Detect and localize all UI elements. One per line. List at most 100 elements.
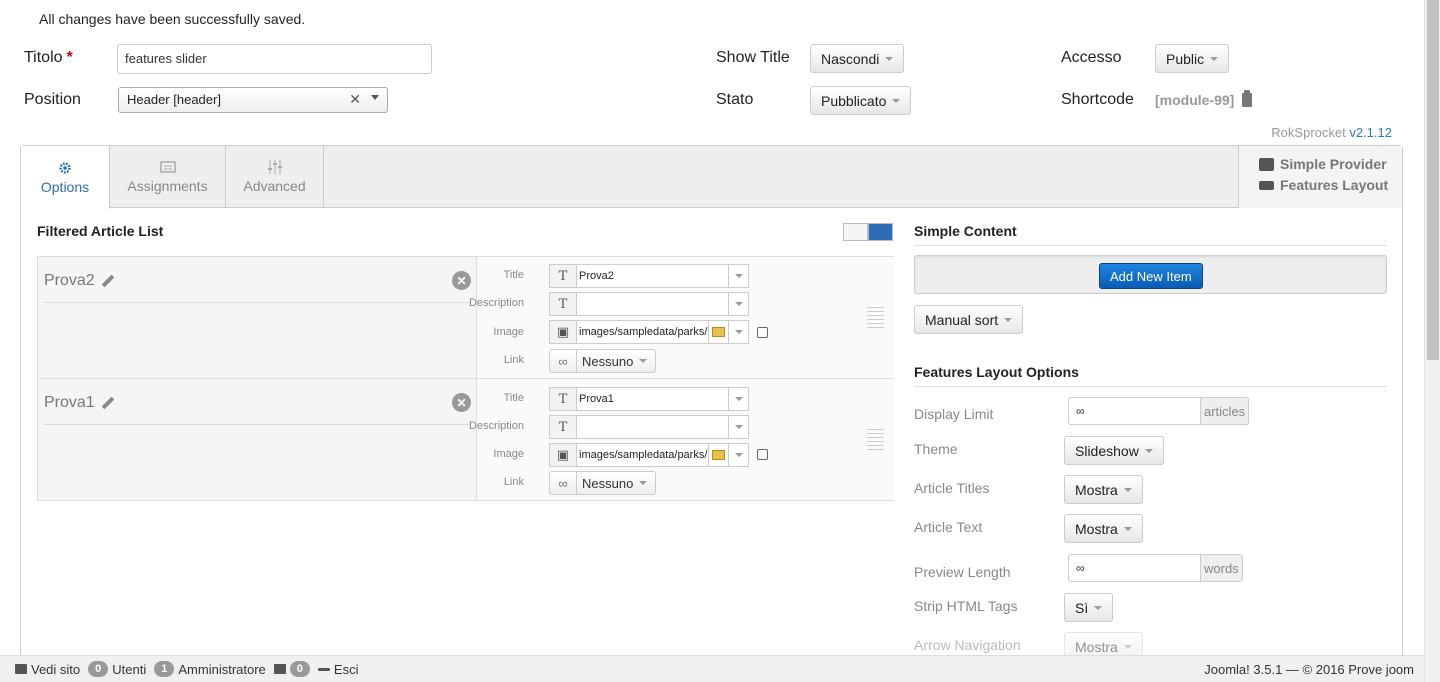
tab-advanced-label: Advanced xyxy=(243,178,306,194)
edit-icon[interactable] xyxy=(757,327,768,338)
version-info: RokSprocket v2.1.12 xyxy=(1271,125,1392,140)
version-number[interactable]: v2.1.12 xyxy=(1349,125,1392,140)
strip-html-dropdown[interactable]: Sì xyxy=(1064,593,1114,622)
users-indicator[interactable]: 0 Utenti xyxy=(88,661,146,677)
title-field[interactable]: T Prova1 xyxy=(549,387,749,411)
provider-icon xyxy=(1259,158,1274,171)
text-type-icon: T xyxy=(550,388,577,410)
image-field[interactable]: ▣ images/sampledata/parks/la xyxy=(549,320,749,344)
tab-bar: Options Assignments Advanced Simple Prov… xyxy=(21,146,1402,209)
edit-icon[interactable] xyxy=(757,449,768,460)
clipboard-icon[interactable] xyxy=(1242,90,1253,107)
required-star: * xyxy=(66,49,73,66)
tab-assignments[interactable]: Assignments xyxy=(110,146,226,208)
chevron-down-icon[interactable] xyxy=(728,388,748,410)
link-field-value: Nessuno xyxy=(582,475,634,491)
add-new-item-button[interactable]: Add New Item xyxy=(1099,263,1203,289)
position-select[interactable]: Header [header] ✕ xyxy=(118,87,388,113)
caret-down-icon xyxy=(1210,56,1219,61)
image-field[interactable]: ▣ images/sampledata/parks/la xyxy=(549,443,749,467)
image-icon: ▣ xyxy=(550,444,577,466)
tab-advanced[interactable]: Advanced xyxy=(226,146,324,208)
folder-icon[interactable] xyxy=(708,321,728,343)
assignments-icon xyxy=(159,161,176,173)
description-field[interactable]: T xyxy=(549,415,749,439)
stato-dropdown[interactable]: Pubblicato xyxy=(810,86,912,115)
link-field-label: Link xyxy=(503,354,524,366)
messages-indicator[interactable]: 0 xyxy=(273,661,310,677)
text-type-icon: T xyxy=(550,416,577,438)
tab-options[interactable]: Options xyxy=(21,146,110,209)
shortcode-label: Shortcode xyxy=(1061,91,1134,108)
clear-icon[interactable]: ✕ xyxy=(349,91,361,108)
link-field-value: Nessuno xyxy=(582,353,634,369)
title-field[interactable]: T Prova2 xyxy=(549,264,749,288)
chevron-down-icon[interactable] xyxy=(728,444,748,466)
title-input[interactable]: features slider xyxy=(117,44,432,74)
view-toggle[interactable] xyxy=(843,223,893,241)
text-type-icon: T xyxy=(550,265,577,287)
image-field-value: images/sampledata/parks/la xyxy=(579,449,708,461)
item-name: Prova1 xyxy=(44,394,95,411)
drag-handle-icon[interactable] xyxy=(867,307,884,331)
folder-icon[interactable] xyxy=(708,444,728,466)
chevron-down-icon[interactable] xyxy=(728,321,748,343)
admins-indicator[interactable]: 1 Amministratore xyxy=(154,661,266,677)
position-select-value: Header [header] xyxy=(127,92,221,107)
display-limit-input[interactable]: ∞ articles xyxy=(1068,397,1250,425)
caret-down-icon xyxy=(1123,487,1132,492)
shortcode: [module-99] xyxy=(1155,90,1253,108)
pencil-icon[interactable] xyxy=(101,396,115,410)
title-field-value: Prova1 xyxy=(579,393,614,405)
show-title-value: Nascondi xyxy=(821,50,880,67)
caret-down-icon xyxy=(1123,644,1132,649)
sort-dropdown[interactable]: Manual sort xyxy=(914,305,1024,334)
drag-handle-icon[interactable] xyxy=(867,429,884,453)
strip-html-value: Sì xyxy=(1075,599,1089,616)
description-field[interactable]: T xyxy=(549,292,749,316)
theme-dropdown[interactable]: Slideshow xyxy=(1064,436,1164,465)
users-badge: 0 xyxy=(88,661,109,677)
accesso-dropdown[interactable]: Public xyxy=(1155,44,1230,73)
copyright-text: Joomla! 3.5.1 — © 2016 Prove joom xyxy=(1204,662,1414,677)
link-field[interactable]: ∞ Nessuno xyxy=(549,349,657,373)
link-field[interactable]: ∞ Nessuno xyxy=(549,471,657,495)
image-field-value: images/sampledata/parks/la xyxy=(579,326,708,338)
title-field-label: Title xyxy=(503,269,524,281)
list-view-button[interactable] xyxy=(843,223,868,241)
remove-icon[interactable]: ✕ xyxy=(452,271,471,290)
article-list-title: Filtered Article List xyxy=(37,223,164,239)
show-title-dropdown[interactable]: Nascondi xyxy=(810,44,905,73)
caret-down-icon xyxy=(639,481,648,485)
provider-info[interactable]: Simple Provider Features Layout xyxy=(1238,146,1402,208)
logout-link[interactable]: Esci xyxy=(317,662,358,677)
item-name: Prova2 xyxy=(44,272,95,289)
view-site-link[interactable]: Vedi sito xyxy=(15,662,80,677)
item-title[interactable]: Prova2 xyxy=(44,272,115,290)
image-field-label: Image xyxy=(493,326,524,338)
article-titles-dropdown[interactable]: Mostra xyxy=(1064,475,1143,504)
preview-length-input[interactable]: ∞ words xyxy=(1068,554,1243,582)
chevron-down-icon[interactable] xyxy=(728,293,748,315)
vertical-scrollbar[interactable] xyxy=(1424,0,1440,682)
article-text-label: Article Text xyxy=(914,519,983,535)
theme-value: Slideshow xyxy=(1075,442,1139,459)
article-text-dropdown[interactable]: Mostra xyxy=(1064,514,1143,543)
arrow-nav-value: Mostra xyxy=(1075,638,1118,655)
envelope-icon xyxy=(273,664,286,674)
layout-options-title: Features Layout Options xyxy=(914,364,1387,387)
detail-view-button[interactable] xyxy=(868,223,893,241)
chevron-down-icon[interactable] xyxy=(728,416,748,438)
pencil-icon[interactable] xyxy=(101,274,115,288)
caret-down-icon xyxy=(1004,317,1013,322)
remove-icon[interactable]: ✕ xyxy=(452,393,471,412)
users-label: Utenti xyxy=(112,661,147,677)
scrollbar-thumb[interactable] xyxy=(1427,0,1439,360)
shortcode-value: [module-99] xyxy=(1155,92,1235,108)
display-limit-label: Display Limit xyxy=(914,406,994,422)
item-title[interactable]: Prova1 xyxy=(44,394,115,412)
link-field-label: Link xyxy=(503,476,524,488)
caret-down-icon xyxy=(1123,526,1132,531)
list-item: Prova2 ✕ Title T Prova2 Description T Ima… xyxy=(37,256,894,379)
chevron-down-icon[interactable] xyxy=(728,265,748,287)
